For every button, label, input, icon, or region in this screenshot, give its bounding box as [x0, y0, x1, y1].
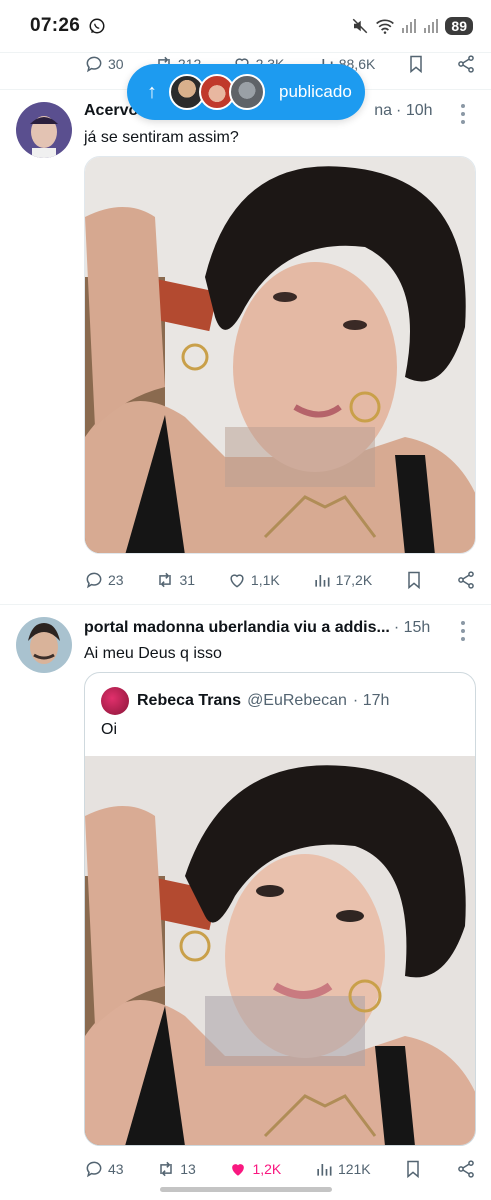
reply-count: 43 — [108, 1161, 124, 1177]
tweet-divider — [0, 604, 491, 605]
reply-icon — [86, 1161, 102, 1178]
whatsapp-icon — [89, 18, 105, 34]
author-name[interactable]: portal madonna uberlandia viu a addis... — [84, 619, 390, 637]
views-icon — [314, 575, 330, 587]
status-bar: 07:26 89 — [0, 0, 491, 52]
avatar[interactable] — [16, 617, 72, 673]
new-posts-pill[interactable]: ↑ publicado — [127, 64, 365, 120]
reply-icon — [86, 56, 102, 73]
retweet-count: 13 — [180, 1161, 196, 1177]
retweet-icon — [160, 1161, 172, 1177]
reply-button[interactable]: 23 — [84, 570, 124, 590]
pill-avatars — [169, 74, 265, 110]
bookmark-button[interactable] — [406, 54, 426, 74]
quote-header: Rebeca Trans @EuRebecan · 17h — [101, 687, 389, 715]
retweet-button[interactable]: 31 — [155, 570, 195, 590]
tweet-time: · 10h — [396, 102, 433, 119]
bookmark-icon — [407, 1160, 420, 1179]
retweet-count: 31 — [179, 572, 196, 588]
reply-button[interactable]: 30 — [84, 54, 124, 74]
quote-text: Oi — [101, 721, 117, 738]
tweet1-actions: 23 31 1,1K 17,2K — [84, 566, 476, 594]
quoted-tweet[interactable]: Rebeca Trans @EuRebecan · 17h Oi — [84, 672, 476, 1146]
views-icon — [317, 1164, 332, 1176]
avatar-image — [16, 617, 72, 673]
mute-icon — [353, 18, 368, 34]
tweet2-actions: 43 13 1,2K 121K — [84, 1155, 476, 1183]
bookmark-icon — [408, 571, 420, 590]
bookmark-button[interactable] — [404, 570, 424, 590]
reply-count: 30 — [108, 56, 124, 72]
avatar — [101, 687, 129, 715]
views-count: 17,2K — [335, 572, 373, 588]
avatar[interactable] — [16, 102, 72, 158]
signal-icon-2 — [424, 19, 439, 33]
more-options-icon[interactable] — [461, 621, 467, 641]
views-count: 121K — [337, 1161, 371, 1177]
arrow-up-icon: ↑ — [147, 80, 157, 103]
photo-image — [85, 756, 475, 1145]
tweet-photo[interactable] — [84, 156, 476, 554]
tweet-time: · 15h — [393, 619, 431, 636]
tweet-header: portal madonna uberlandia viu a addis...… — [84, 619, 476, 637]
tweet-text: Ai meu Deus q isso — [84, 645, 222, 662]
quote-photo[interactable] — [85, 756, 475, 1145]
share-button[interactable] — [456, 570, 476, 590]
retweet-icon — [159, 572, 172, 588]
bookmark-icon — [409, 55, 422, 74]
wifi-icon — [376, 19, 395, 34]
views-button[interactable]: 121K — [314, 1159, 371, 1179]
share-icon — [458, 571, 474, 589]
like-button[interactable]: 1,1K — [227, 570, 280, 590]
more-options-icon[interactable] — [461, 104, 467, 124]
avatar-image — [16, 102, 72, 158]
quote-author-handle: @EuRebecan — [247, 692, 347, 709]
photo-image — [85, 157, 475, 553]
heart-icon — [230, 574, 244, 588]
like-count: 1,2K — [252, 1161, 282, 1177]
signal-icon — [402, 19, 417, 33]
like-button[interactable]: 1,2K — [228, 1159, 281, 1179]
home-indicator[interactable] — [160, 1187, 332, 1192]
share-icon — [458, 55, 474, 73]
author-handle: na — [374, 102, 393, 119]
pill-label: publicado — [279, 82, 352, 101]
quote-time: · 17h — [352, 692, 390, 709]
avatar — [229, 74, 265, 110]
share-button[interactable] — [456, 54, 476, 74]
share-icon — [458, 1160, 474, 1178]
reply-icon — [86, 572, 102, 589]
reply-count: 23 — [108, 572, 124, 588]
heart-filled-icon — [232, 1164, 245, 1176]
views-button[interactable]: 17,2K — [312, 570, 373, 590]
retweet-button[interactable]: 13 — [156, 1159, 196, 1179]
reply-button[interactable]: 43 — [84, 1159, 124, 1179]
tweet-text: já se sentiram assim? — [84, 129, 239, 146]
like-count: 1,1K — [250, 572, 280, 588]
clock: 07:26 — [30, 15, 81, 36]
quote-author-name: Rebeca Trans — [137, 692, 242, 709]
battery-indicator: 89 — [445, 17, 473, 35]
bookmark-button[interactable] — [403, 1159, 423, 1179]
share-button[interactable] — [456, 1159, 476, 1179]
